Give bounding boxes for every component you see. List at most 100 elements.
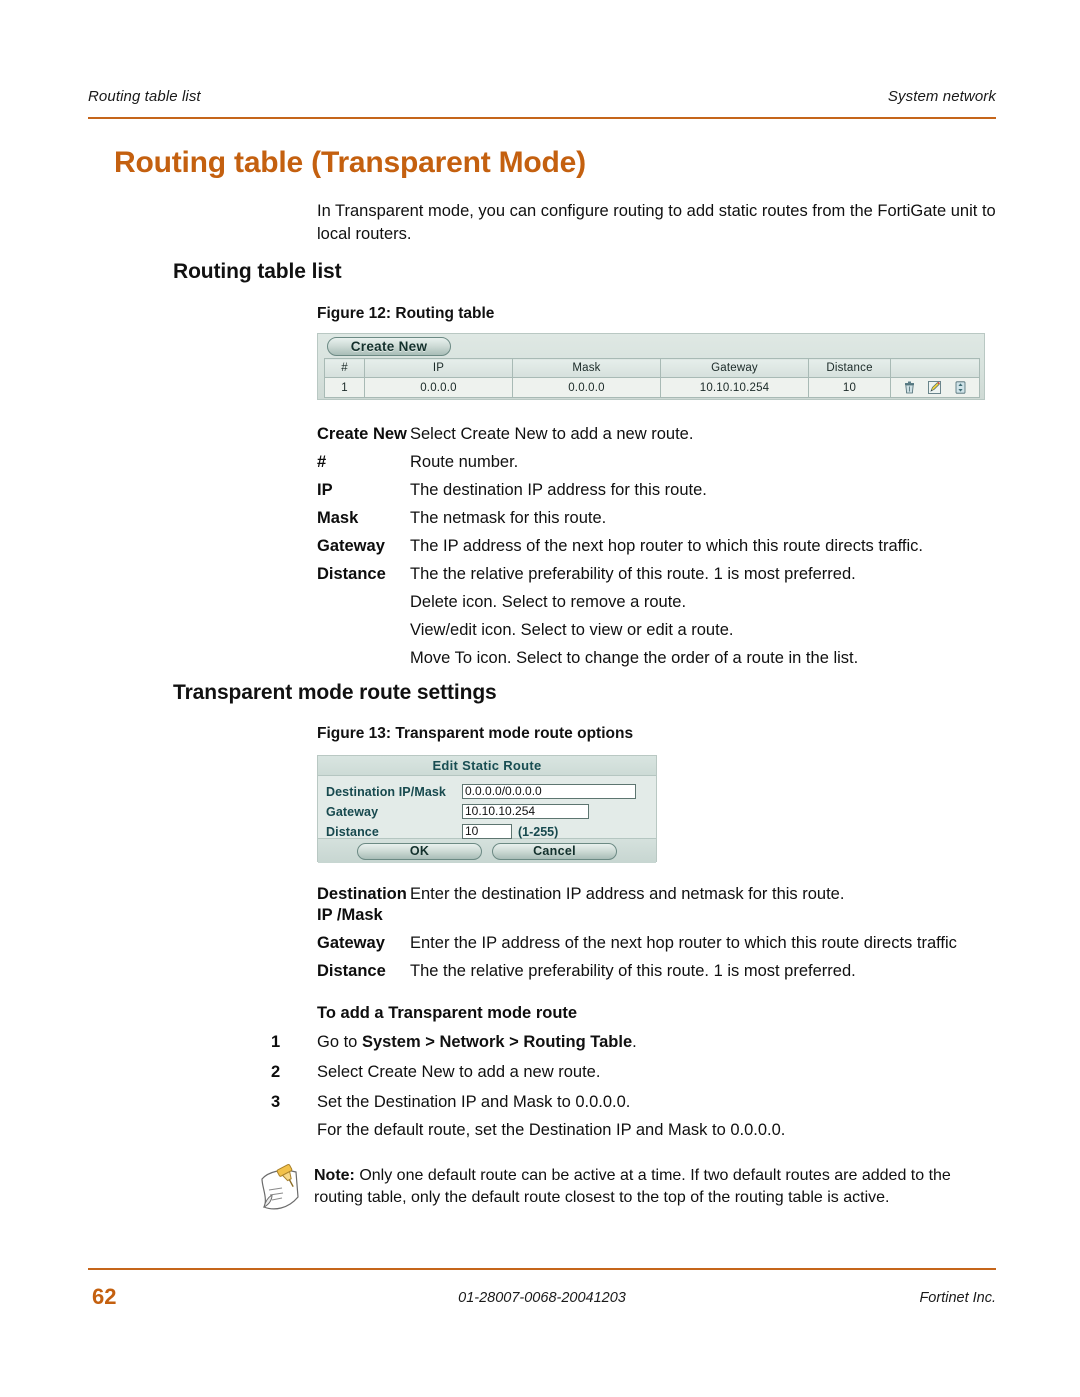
procedure-step: 2 Select Create New to add a new route. [271,1061,1001,1083]
definition-description: Enter the destination IP address and net… [410,885,845,903]
distance-range-hint: (1-255) [518,824,559,839]
column-header-distance: Distance [808,358,891,378]
note-block: Note: Only one default route can be acti… [252,1163,997,1217]
definition-row: Gateway The IP address of the next hop r… [317,536,997,557]
definition-description: View/edit icon. Select to view or edit a… [410,621,734,639]
definition-description: The IP address of the next hop router to… [410,537,923,555]
definition-term: # [317,453,327,471]
page-header: Routing table list System network [88,88,996,122]
gateway-row: Gateway [326,802,656,821]
distance-input[interactable] [462,824,512,839]
header-rule [88,117,996,119]
column-header-gateway: Gateway [660,358,809,378]
note-text: Note: Only one default route can be acti… [314,1163,997,1209]
cell-route-number: 1 [324,377,365,398]
destination-ip-mask-label: Destination IP/Mask [326,784,446,799]
column-header-number: # [324,358,365,378]
definition-description: Select Create New to add a new route. [410,425,694,443]
definition-term: Distance [317,962,386,980]
step-text: Select Create New to add a new route. [317,1063,601,1081]
step-text: Go to System > Network > Routing Table. [317,1031,1001,1053]
edit-icon[interactable] [928,381,942,394]
step-number: 1 [271,1033,281,1051]
definition-row: Destination IP /Mask Enter the destinati… [317,884,997,926]
procedure-step: 1 Go to System > Network > Routing Table… [271,1031,1001,1053]
footer-rule [88,1268,996,1270]
routing-table-toolbar: Create New [318,334,984,357]
dialog-body: Destination IP/Mask Gateway Distance (1-… [318,776,656,839]
table-row: 1 0.0.0.0 0.0.0.0 10.10.10.254 10 [324,377,980,398]
definition-term: Distance [317,565,386,583]
gateway-label: Gateway [326,804,379,819]
definition-row: Move To icon. Select to change the order… [317,648,997,669]
row-action-icons [891,379,979,396]
step-text-bold: System > Network > Routing Table [361,1033,633,1051]
definition-description: Enter the IP address of the next hop rou… [410,934,957,952]
cell-distance: 10 [808,377,891,398]
note-label: Note: [314,1167,355,1184]
header-right-text: System network [887,88,996,105]
step-text: Set the Destination IP and Mask to 0.0.0… [317,1093,631,1111]
definition-row: Distance The the relative preferability … [317,564,997,585]
definition-description: The destination IP address for this rout… [410,481,707,499]
dialog-title: Edit Static Route [318,756,656,776]
column-header-ip: IP [364,358,513,378]
routing-table: # IP Mask Gateway Distance 1 0.0.0.0 0.0… [324,358,980,398]
routing-table-screenshot: Create New # IP Mask Gateway Distance 1 … [317,333,985,400]
gateway-input[interactable] [462,804,589,819]
definition-row: Mask The netmask for this route. [317,508,997,529]
section-heading-routing-table-list: Routing table list [173,260,342,283]
dialog-footer: OK Cancel [318,838,656,863]
step-number: 3 [271,1093,281,1111]
document-id: 01-28007-0068-20041203 [458,1290,626,1306]
step-text-pre: Go to [317,1033,362,1051]
definition-term: IP [317,481,333,499]
move-to-icon[interactable] [955,381,966,394]
route-settings-field-definitions: Destination IP /Mask Enter the destinati… [317,884,997,989]
table-header-row: # IP Mask Gateway Distance [324,358,980,378]
edit-static-route-dialog: Edit Static Route Destination IP/Mask Ga… [317,755,657,863]
definition-term: Gateway [317,934,385,952]
cancel-button[interactable]: Cancel [492,842,617,860]
step-text-post: . [632,1033,637,1051]
definition-row: Create New Select Create New to add a ne… [317,424,997,445]
definition-row: Gateway Enter the IP address of the next… [317,933,997,954]
figure-13-caption: Figure 13: Transparent mode route option… [317,725,634,742]
routing-table-field-definitions: Create New Select Create New to add a ne… [317,424,997,676]
definition-description: The the relative preferability of this r… [410,565,856,583]
step-number: 2 [271,1063,281,1081]
destination-ip-mask-input[interactable] [462,784,636,799]
definition-description: The netmask for this route. [410,509,607,527]
create-new-button[interactable]: Create New [327,337,451,356]
definition-description: Route number. [410,453,519,471]
procedure-title: To add a Transparent mode route [317,1004,578,1022]
definition-term: Destination IP /Mask [317,885,407,924]
cell-mask: 0.0.0.0 [512,377,661,398]
procedure-step: 3 Set the Destination IP and Mask to 0.0… [271,1091,1001,1113]
cell-gateway: 10.10.10.254 [660,377,809,398]
company-name: Fortinet Inc. [919,1290,996,1306]
column-header-mask: Mask [512,358,661,378]
cell-ip: 0.0.0.0 [364,377,513,398]
section-heading-transparent-mode-route-settings: Transparent mode route settings [173,681,497,704]
delete-icon[interactable] [904,381,915,394]
definition-term: Create New [317,425,407,443]
step-substep-text: For the default route, set the Destinati… [317,1121,786,1139]
definition-row: IP The destination IP address for this r… [317,480,997,501]
note-body: Only one default route can be active at … [314,1167,951,1206]
procedure-steps: 1 Go to System > Network > Routing Table… [271,1031,1001,1141]
definition-description: Delete icon. Select to remove a route. [410,593,687,611]
definition-row: View/edit icon. Select to view or edit a… [317,620,997,641]
definition-row: Distance The the relative preferability … [317,961,997,982]
definition-row: # Route number. [317,452,997,473]
definition-term: Mask [317,509,359,527]
distance-label: Distance [326,824,379,839]
ok-button[interactable]: OK [357,842,482,860]
definition-description: Move To icon. Select to change the order… [410,649,859,667]
intro-paragraph: In Transparent mode, you can configure r… [317,202,996,243]
definition-row: Delete icon. Select to remove a route. [317,592,997,613]
figure-12-caption: Figure 12: Routing table [317,305,495,322]
page-title: Routing table (Transparent Mode) [114,146,586,179]
destination-ip-mask-row: Destination IP/Mask [326,782,656,801]
cell-actions [890,377,980,398]
